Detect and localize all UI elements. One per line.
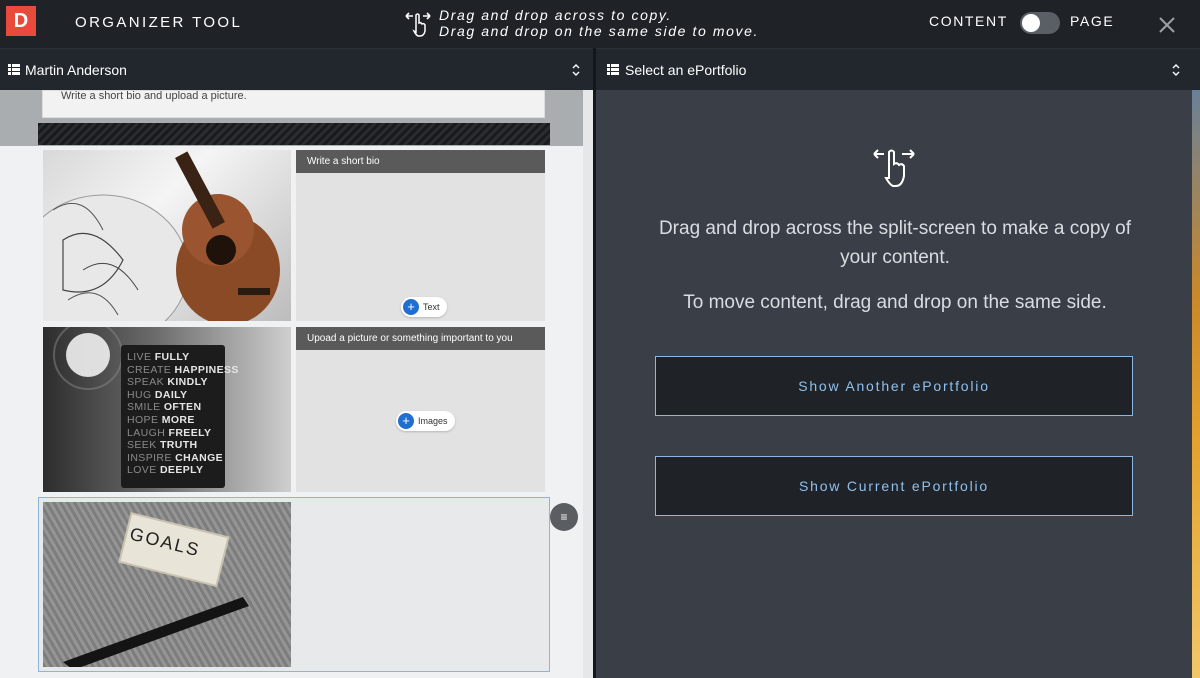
mode-page-label: PAGE bbox=[1070, 13, 1115, 29]
left-scrollbar[interactable] bbox=[583, 90, 593, 678]
show-another-eportfolio-button[interactable]: Show Another ePortfolio bbox=[655, 356, 1133, 416]
sign-word: SEEK bbox=[127, 439, 157, 452]
sign-word: OFTEN bbox=[163, 401, 202, 414]
picture-card[interactable]: Upoad a picture or something important t… bbox=[296, 327, 545, 492]
plus-icon: + bbox=[403, 299, 419, 315]
sign-word: FULLY bbox=[154, 351, 190, 363]
sign-word: SMILE bbox=[127, 401, 161, 414]
toggle-knob bbox=[1022, 14, 1040, 32]
add-images-button[interactable]: + Images bbox=[396, 411, 455, 431]
add-text-button[interactable]: + Text bbox=[401, 297, 447, 317]
guitar-photo[interactable] bbox=[43, 150, 291, 321]
drag-hint: Drag and drop across to copy. Drag and d… bbox=[439, 7, 759, 39]
guitar-illustration bbox=[43, 151, 280, 321]
list-icon bbox=[8, 64, 20, 75]
sign-word: KINDLY bbox=[167, 376, 208, 389]
sign-word: LIVE bbox=[127, 351, 152, 363]
card-header: Upoad a picture or something important t… bbox=[296, 327, 545, 350]
sign-text: LIVE FULLY CREATE HAPPINESS SPEAK KINDLY… bbox=[127, 351, 239, 477]
hatched-divider bbox=[38, 123, 550, 145]
content-page-toggle[interactable] bbox=[1020, 12, 1060, 34]
drag-hint-move: Drag and drop on the same side to move. bbox=[439, 23, 759, 39]
copy-instructions: Drag and drop across the split-screen to… bbox=[658, 218, 1132, 268]
select-arrows-icon bbox=[1172, 64, 1180, 76]
add-images-label: Images bbox=[418, 416, 448, 426]
list-icon bbox=[607, 64, 619, 75]
sign-word: HUG bbox=[127, 388, 152, 401]
right-select-label: Select an ePortfolio bbox=[625, 62, 747, 78]
sign-word: DEEPLY bbox=[159, 464, 204, 477]
drag-hint-copy: Drag and drop across to copy. bbox=[439, 7, 672, 23]
card-header: Write a short bio bbox=[296, 150, 545, 173]
sign-word: HAPPINESS bbox=[174, 363, 239, 376]
sign-word: SPEAK bbox=[127, 376, 165, 389]
sign-word: TRUTH bbox=[159, 439, 198, 452]
right-portfolio-select[interactable]: Select an ePortfolio bbox=[596, 48, 1200, 90]
goals-illustration bbox=[63, 512, 249, 667]
background-edge bbox=[1192, 90, 1200, 678]
right-pane: Drag and drop across the split-screen to… bbox=[596, 90, 1200, 678]
drag-handle-icon[interactable]: ≡ bbox=[550, 503, 578, 531]
app-title: ORGANIZER TOOL bbox=[75, 14, 243, 31]
close-icon[interactable] bbox=[1156, 14, 1178, 36]
sign-word: FREELY bbox=[168, 426, 212, 439]
left-pane: Write a short bio and upload a picture. … bbox=[0, 90, 593, 678]
top-bar: D ORGANIZER TOOL Drag and drop across to… bbox=[0, 0, 1200, 48]
sign-word: MORE bbox=[161, 413, 195, 426]
show-current-eportfolio-button[interactable]: Show Current ePortfolio bbox=[655, 456, 1133, 516]
app-logo: D bbox=[6, 6, 36, 36]
sign-word: HOPE bbox=[127, 413, 159, 426]
add-text-label: Text bbox=[423, 302, 440, 312]
bio-hint-text: Write a short bio and upload a picture. bbox=[61, 90, 247, 102]
move-instructions: To move content, drag and drop on the sa… bbox=[683, 292, 1107, 313]
left-select-label: Martin Anderson bbox=[25, 62, 127, 78]
sign-word: CHANGE bbox=[175, 451, 224, 464]
motivation-sign-photo[interactable]: LIVE FULLY CREATE HAPPINESS SPEAK KINDLY… bbox=[43, 327, 291, 492]
mode-content-label: CONTENT bbox=[929, 13, 1008, 29]
left-portfolio-select[interactable]: Martin Anderson bbox=[0, 48, 593, 90]
sign-word: LOVE bbox=[127, 464, 157, 477]
bio-hint-box[interactable]: Write a short bio and upload a picture. bbox=[42, 90, 545, 118]
sign-word: INSPIRE bbox=[127, 451, 172, 464]
sign-word: CREATE bbox=[127, 363, 172, 376]
bio-text-card[interactable]: Write a short bio + Text bbox=[296, 150, 545, 321]
goals-photo[interactable]: GOALS bbox=[43, 502, 291, 667]
drag-gesture-icon bbox=[873, 149, 915, 187]
sign-word: DAILY bbox=[154, 388, 188, 401]
sign-word: LAUGH bbox=[127, 426, 166, 439]
drag-gesture-icon bbox=[405, 12, 431, 37]
select-arrows-icon bbox=[572, 64, 580, 76]
plus-icon: + bbox=[398, 413, 414, 429]
